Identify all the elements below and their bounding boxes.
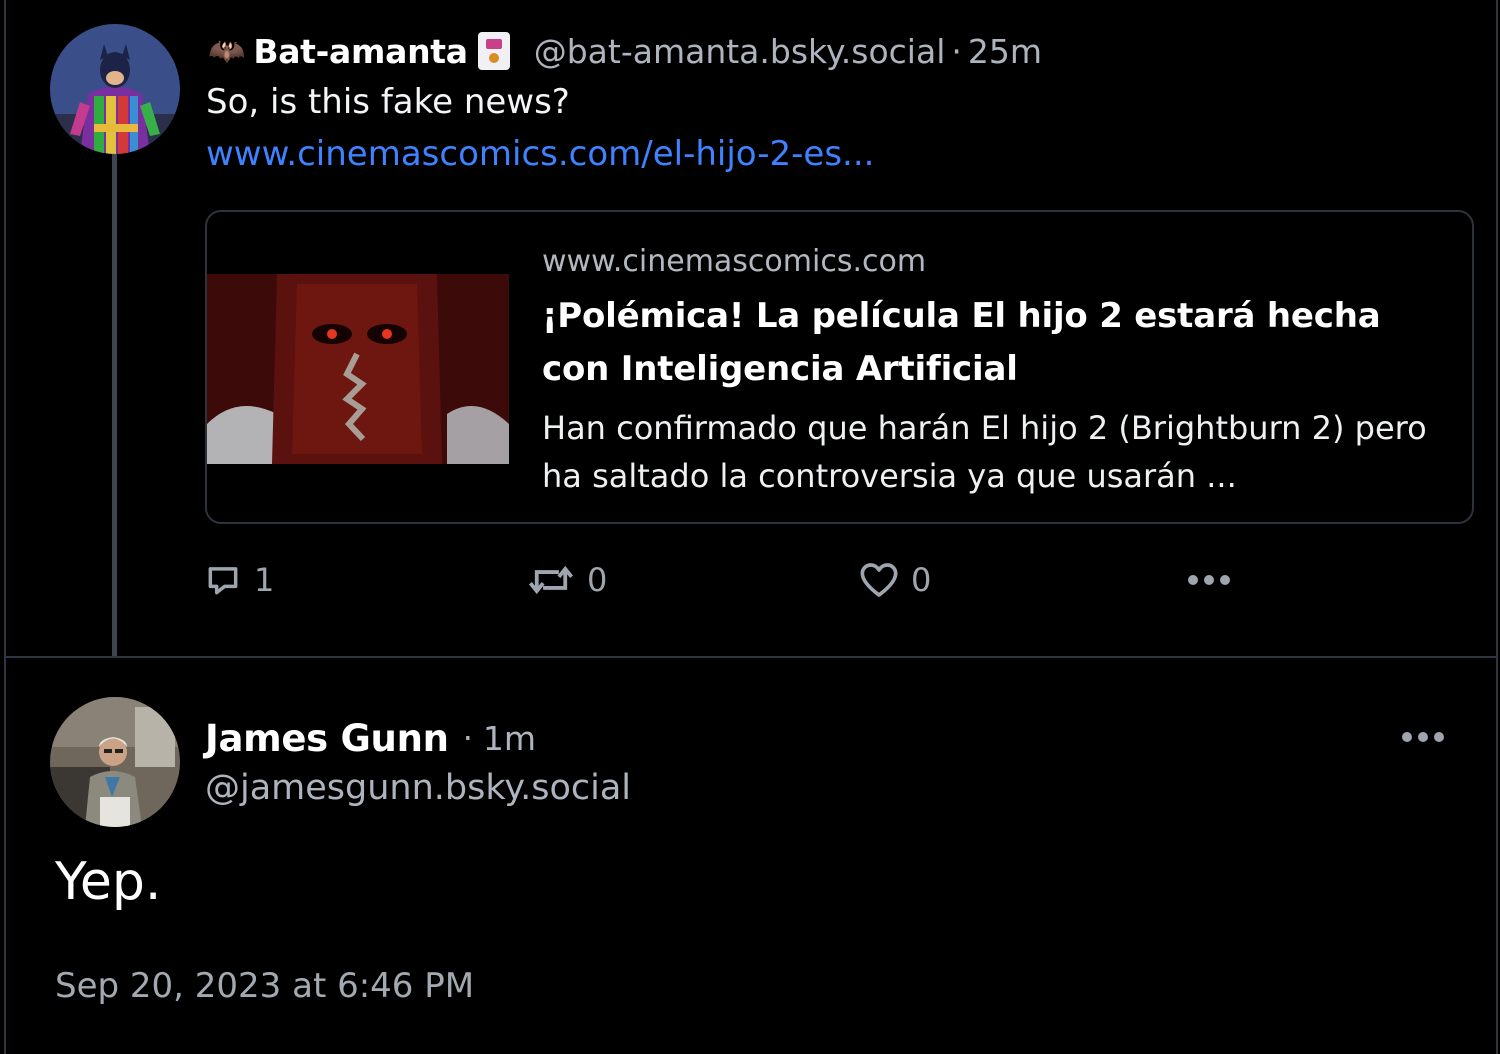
- more-options-button[interactable]: [1186, 556, 1232, 604]
- link-preview-thumbnail: [207, 274, 509, 464]
- separator-dot: ·: [462, 719, 473, 757]
- avatar[interactable]: [50, 24, 180, 154]
- reply-button[interactable]: 1: [204, 556, 274, 604]
- like-count: 0: [911, 561, 932, 599]
- bat-emoji: 🦇: [208, 33, 246, 69]
- link-preview-card[interactable]: www.cinemascomics.com ¡Polémica! La pelí…: [205, 210, 1474, 524]
- reply-icon: [208, 567, 238, 595]
- repost-count: 0: [587, 561, 608, 599]
- like-heart-icon: [860, 563, 898, 597]
- parent-post-link[interactable]: www.cinemascomics.com/el-hijo-2-es...: [206, 134, 874, 174]
- repost-button[interactable]: 0: [527, 556, 607, 604]
- repost-icon: [528, 565, 574, 595]
- separator-dot: ·: [951, 31, 962, 71]
- avatar-james-gunn-image: [50, 697, 180, 827]
- link-preview-title: ¡Polémica! La película El hijo 2 estará …: [542, 296, 1381, 389]
- more-options-icon: [1402, 732, 1444, 742]
- link-preview-domain: www.cinemascomics.com: [542, 244, 927, 279]
- thread-connector-line: [112, 150, 117, 656]
- avatar-bat-amanta-image: [50, 24, 180, 154]
- joker-card-emoji: [477, 32, 510, 70]
- avatar[interactable]: [50, 697, 180, 827]
- main-post-header: James Gunn · 1m: [205, 712, 536, 764]
- author-handle[interactable]: @jamesgunn.bsky.social: [205, 768, 631, 808]
- more-options-icon: [1188, 575, 1230, 585]
- more-options-button[interactable]: [1400, 722, 1450, 752]
- post-time[interactable]: 25m: [968, 32, 1042, 71]
- like-button[interactable]: 0: [859, 556, 931, 604]
- post-timestamp: Sep 20, 2023 at 6:46 PM: [55, 966, 475, 1006]
- author-display-name[interactable]: Bat-amanta: [253, 32, 468, 71]
- parent-post-text: So, is this fake news?: [206, 82, 570, 122]
- parent-post-header: 🦇 Bat-amanta @bat-amanta.bsky.social · 2…: [208, 26, 1042, 76]
- link-preview-description: Han confirmado que harán El hijo 2 (Brig…: [542, 409, 1427, 495]
- author-display-name[interactable]: James Gunn: [205, 717, 449, 760]
- post-divider: [4, 656, 1498, 658]
- author-handle[interactable]: @bat-amanta.bsky.social: [534, 32, 946, 71]
- post-time[interactable]: 1m: [483, 719, 536, 758]
- reply-count: 1: [254, 561, 275, 599]
- main-post-text: Yep.: [55, 852, 162, 912]
